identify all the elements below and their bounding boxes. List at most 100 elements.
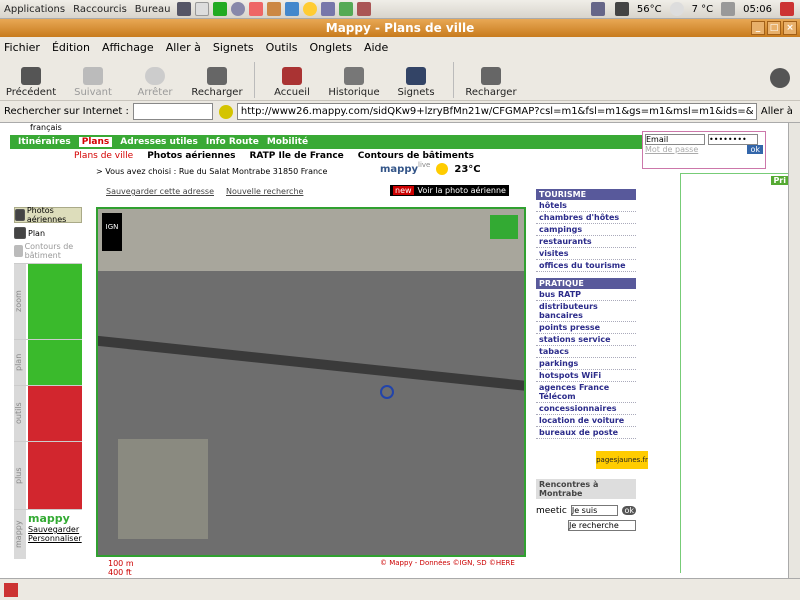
meetic-go-button[interactable]: ok: [622, 506, 636, 515]
applications-menu[interactable]: Applications: [0, 4, 69, 15]
reload-button[interactable]: Recharger: [186, 67, 248, 98]
pan-controls[interactable]: [28, 340, 82, 386]
poi-link[interactable]: chambres d'hôtes: [536, 212, 636, 224]
stop-button[interactable]: Arrêter: [124, 67, 186, 98]
subnav-ratp[interactable]: RATP Ile de France: [249, 151, 343, 161]
poi-link[interactable]: visites: [536, 248, 636, 260]
poi-link[interactable]: concessionnaires: [536, 403, 636, 415]
pagesjaunes-logo[interactable]: pagesjaunes.fr: [596, 451, 648, 469]
nav-plans[interactable]: Plans: [78, 137, 113, 147]
menu-affichage[interactable]: Affichage: [102, 41, 154, 54]
url-input[interactable]: [236, 103, 757, 120]
play-launcher-icon[interactable]: [212, 2, 227, 16]
mail-launcher-icon[interactable]: [284, 2, 299, 16]
aerial-photo-banner[interactable]: new Voir la photo aérienne: [390, 185, 509, 196]
poi-link[interactable]: tabacs: [536, 346, 636, 358]
option-photos-aeriennes[interactable]: Photos aériennes: [14, 206, 82, 224]
bureau-menu[interactable]: Bureau: [131, 4, 175, 15]
option-contours[interactable]: Contours de bâtiment: [14, 242, 82, 260]
window-titlebar[interactable]: Mappy - Plans de ville _ □ ×: [0, 19, 800, 37]
poi-link[interactable]: hôtels: [536, 200, 636, 212]
menu-edition[interactable]: Édition: [52, 41, 90, 54]
menu-aide[interactable]: Aide: [364, 41, 388, 54]
help-launcher-icon[interactable]: [302, 2, 317, 16]
shutdown-icon[interactable]: [780, 2, 794, 16]
mappy-mini-links: mappy Sauvegarder Personnaliser: [28, 512, 82, 543]
poi-link[interactable]: bureaux de poste: [536, 427, 636, 439]
live-label: live: [418, 161, 431, 169]
record-launcher-icon[interactable]: [356, 2, 371, 16]
poi-link[interactable]: campings: [536, 224, 636, 236]
history-button[interactable]: Historique: [323, 67, 385, 98]
maximize-icon[interactable]: □: [767, 21, 781, 35]
home-button[interactable]: Accueil: [261, 67, 323, 98]
tools-grid[interactable]: [28, 386, 82, 442]
new-search-link[interactable]: Nouvelle recherche: [226, 187, 303, 196]
poi-link[interactable]: distributeurs bancaires: [536, 301, 636, 322]
menu-onglets[interactable]: Onglets: [309, 41, 351, 54]
web-search-input[interactable]: [132, 103, 213, 120]
poi-link[interactable]: hotspots WiFi: [536, 370, 636, 382]
network-launcher-icon[interactable]: [230, 2, 245, 16]
poi-link[interactable]: parkings: [536, 358, 636, 370]
mappy-main-nav: Itinéraires Plans Adresses utiles Info R…: [10, 135, 642, 149]
ign-logo: IGN: [102, 213, 122, 251]
clock[interactable]: 05:06: [743, 4, 772, 15]
firefox-launcher-icon[interactable]: [266, 2, 281, 16]
minimize-icon[interactable]: _: [751, 21, 765, 35]
aerial-map[interactable]: IGN: [96, 207, 526, 557]
app-launcher-icon[interactable]: [248, 2, 263, 16]
raccourcis-menu[interactable]: Raccourcis: [69, 4, 131, 15]
menu-aller[interactable]: Aller à: [166, 41, 201, 54]
fullscreen-icon[interactable]: [490, 215, 518, 239]
map-controls-panel: Photos aériennes Plan Contours de bâtime…: [14, 206, 82, 577]
poi-link[interactable]: bus RATP: [536, 289, 636, 301]
close-icon[interactable]: ×: [783, 21, 797, 35]
poi-link[interactable]: restaurants: [536, 236, 636, 248]
adobe-icon[interactable]: [4, 582, 18, 597]
je-recherche-select[interactable]: Je recherche: [568, 520, 636, 531]
zoom-slider[interactable]: [28, 264, 82, 340]
poi-link[interactable]: points presse: [536, 322, 636, 334]
nav-info-route[interactable]: Info Route: [206, 137, 259, 147]
menu-fichier[interactable]: Fichier: [4, 41, 40, 54]
personnaliser-link[interactable]: Personnaliser: [28, 534, 82, 543]
poi-link[interactable]: location de voiture: [536, 415, 636, 427]
back-button[interactable]: Précédent: [0, 67, 62, 98]
bookmarks-button[interactable]: Signets: [385, 67, 447, 98]
files-launcher-icon[interactable]: [338, 2, 353, 16]
editor-launcher-icon[interactable]: [194, 2, 209, 16]
terminal-launcher-icon[interactable]: [176, 2, 191, 16]
forgot-password-link[interactable]: Mot de passe: [645, 145, 698, 154]
network-status-icon[interactable]: [590, 2, 605, 16]
scale-metric: 100 m: [108, 559, 134, 568]
poi-link[interactable]: offices du tourisme: [536, 260, 636, 272]
poi-link[interactable]: stations service: [536, 334, 636, 346]
nav-itineraires[interactable]: Itinéraires: [18, 137, 71, 147]
menu-outils[interactable]: Outils: [266, 41, 298, 54]
reload2-button[interactable]: Recharger: [460, 67, 522, 98]
poi-link[interactable]: agences France Télécom: [536, 382, 636, 403]
subnav-photos[interactable]: Photos aériennes: [147, 151, 235, 161]
nav-adresses[interactable]: Adresses utiles: [120, 137, 198, 147]
login-ok-button[interactable]: ok: [747, 145, 763, 154]
sauvegarder-link[interactable]: Sauvegarder: [28, 525, 82, 534]
save-address-link[interactable]: Sauvegarder cette adresse: [106, 187, 214, 196]
menu-signets[interactable]: Signets: [213, 41, 254, 54]
option-plan[interactable]: Plan: [14, 225, 82, 241]
je-suis-select[interactable]: Je suis: [570, 505, 619, 516]
forward-button[interactable]: Suivant: [62, 67, 124, 98]
nav-mobilite[interactable]: Mobilité: [267, 137, 308, 147]
home-icon: [282, 67, 302, 85]
extra-tools-grid[interactable]: [28, 442, 82, 510]
vertical-scrollbar[interactable]: [788, 123, 800, 578]
subnav-contours[interactable]: Contours de bâtiments: [358, 151, 474, 161]
subnav-plans-ville[interactable]: Plans de ville: [74, 151, 133, 161]
email-field[interactable]: Email: [645, 134, 705, 145]
volume-icon[interactable]: [721, 2, 736, 16]
location-marker-icon[interactable]: [380, 385, 394, 399]
go-button[interactable]: Aller à: [761, 106, 793, 117]
language-select[interactable]: français: [30, 123, 62, 132]
screenshot-launcher-icon[interactable]: [320, 2, 335, 16]
password-field[interactable]: ••••••••: [708, 134, 758, 145]
